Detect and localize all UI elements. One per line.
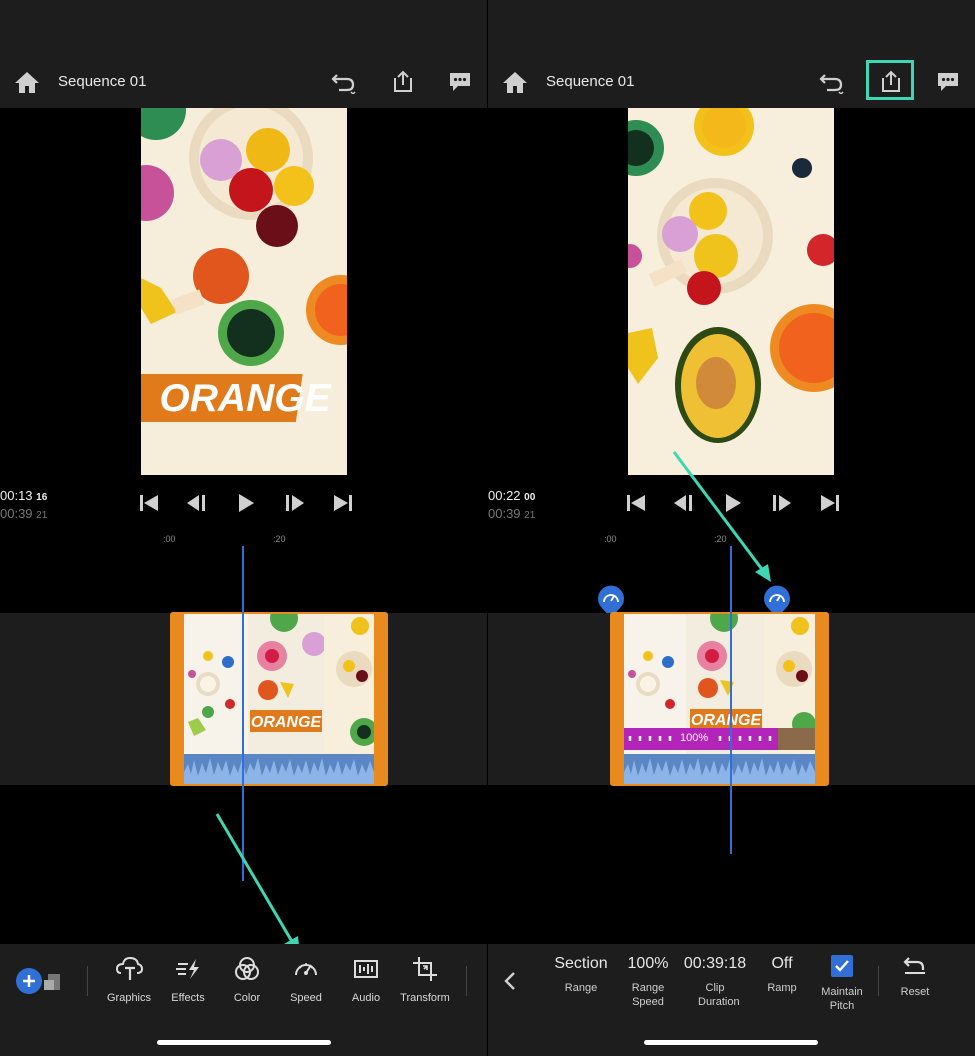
current-time: 00:22 — [488, 488, 521, 503]
total-frames: 21 — [36, 510, 48, 521]
effects-icon — [173, 954, 203, 984]
range-speed-label: Range Speed — [631, 982, 665, 1008]
toolbar-divider — [87, 966, 88, 996]
current-frames: 16 — [36, 492, 48, 503]
maintain-pitch-checkbox[interactable] — [831, 955, 853, 977]
preview-frame: ORANGE — [141, 108, 347, 475]
app-header: Sequence 01 — [488, 56, 975, 108]
toolbar-divider — [466, 966, 467, 996]
speed-percent-label: 100% — [680, 732, 709, 744]
home-indicator — [157, 1040, 331, 1045]
play-icon[interactable] — [233, 492, 259, 514]
audio-waveform — [624, 754, 815, 784]
range-label: Range — [564, 982, 598, 994]
audio-icon — [351, 954, 381, 984]
speed-range-remainder — [778, 728, 815, 750]
video-preview[interactable]: ORANGE — [0, 108, 487, 480]
tool-transform-label: Transform — [400, 992, 450, 1004]
skip-start-icon[interactable] — [624, 492, 650, 514]
audio-waveform — [184, 754, 374, 784]
clip-duration-label: Clip Duration — [698, 982, 740, 1008]
home-icon[interactable] — [13, 68, 41, 96]
reset-button[interactable]: Reset — [892, 955, 938, 999]
graphics-icon — [114, 954, 144, 984]
left-panel: Sequence 01 ORANGE 00:13 16 00:39 21:00… — [0, 0, 487, 1056]
prop-range[interactable]: Section Range — [546, 955, 616, 995]
prop-range-speed[interactable]: 100% Range Speed — [618, 955, 678, 1009]
ruler-mark: :20 — [273, 534, 286, 544]
transform-icon — [410, 954, 440, 984]
media-stack-icon[interactable] — [42, 972, 62, 992]
right-panel: Sequence 01 00:22 00 00:39 21:00:20 OR… — [488, 0, 975, 1056]
clip-thumbnails: ORANGE — [184, 614, 374, 756]
timecode-display: 00:13 16 00:39 21 — [0, 488, 47, 524]
status-bar — [488, 0, 975, 56]
prop-maintain-pitch[interactable]: Maintain Pitch — [814, 955, 870, 1013]
video-clip[interactable]: ORANGE — [170, 612, 388, 786]
video-preview[interactable] — [488, 108, 975, 480]
bottom-toolbar: Section Range 100% Range Speed 00:39:18 … — [488, 944, 975, 1056]
overlay-title: ORANGE — [159, 377, 331, 420]
comments-icon[interactable] — [934, 68, 962, 96]
step-back-icon[interactable] — [672, 492, 698, 514]
reset-icon — [903, 955, 927, 977]
skip-end-icon[interactable] — [329, 492, 355, 514]
status-bar — [0, 0, 487, 56]
ramp-label: Ramp — [767, 982, 797, 994]
ruler-start: :00 — [604, 534, 617, 544]
timecode-display: 00:22 00 00:39 21 — [488, 488, 535, 524]
current-time: 00:13 — [0, 488, 33, 503]
ruler-mark: :20 — [714, 534, 727, 544]
maintain-pitch-label: Maintain Pitch — [821, 986, 863, 1012]
share-icon[interactable] — [389, 68, 417, 96]
total-time: 00:39 — [0, 506, 33, 521]
share-icon[interactable] — [877, 68, 905, 96]
bottom-toolbar: Graphics Effects Color Speed Audio Trans… — [0, 944, 487, 1056]
comments-icon[interactable] — [446, 68, 474, 96]
home-icon[interactable] — [501, 68, 529, 96]
range-value: Section — [554, 955, 608, 972]
toolbar-divider — [878, 966, 879, 996]
video-clip[interactable]: ORANGE 100% — [610, 612, 829, 786]
playhead[interactable] — [730, 546, 732, 854]
speed-icon — [291, 954, 321, 984]
speed-range-bar[interactable]: 100% — [624, 728, 778, 750]
step-forward-icon[interactable] — [281, 492, 307, 514]
step-forward-icon[interactable] — [768, 492, 794, 514]
step-back-icon[interactable] — [185, 492, 211, 514]
reset-label: Reset — [900, 986, 930, 998]
play-icon[interactable] — [720, 492, 746, 514]
transport-controls — [137, 492, 355, 514]
preview-frame — [628, 108, 834, 475]
home-indicator — [644, 1040, 818, 1045]
preview-image — [628, 108, 834, 475]
clip-duration-value: 00:39:18 — [683, 955, 747, 972]
total-time: 00:39 — [488, 506, 521, 521]
playhead[interactable] — [242, 546, 244, 881]
total-frames: 21 — [524, 510, 536, 521]
prop-clip-duration[interactable]: 00:39:18 Clip Duration — [680, 955, 750, 1009]
back-chevron-icon[interactable] — [500, 970, 520, 992]
app-header: Sequence 01 — [0, 56, 487, 108]
color-icon — [232, 954, 262, 984]
skip-start-icon[interactable] — [137, 492, 163, 514]
sequence-title[interactable]: Sequence 01 — [58, 73, 146, 90]
clip-overlay-text: ORANGE — [691, 712, 763, 729]
add-media-button[interactable] — [16, 968, 42, 994]
ruler-start: :00 — [163, 534, 176, 544]
transport-controls — [624, 492, 842, 514]
current-frames: 00 — [524, 492, 536, 503]
clip-overlay-text: ORANGE — [251, 714, 323, 731]
ramp-value: Off — [771, 955, 793, 972]
undo-icon[interactable] — [818, 68, 846, 96]
undo-icon[interactable] — [330, 68, 358, 96]
skip-end-icon[interactable] — [816, 492, 842, 514]
range-speed-value: 100% — [627, 955, 669, 972]
sequence-title[interactable]: Sequence 01 — [546, 73, 634, 90]
tool-transform[interactable]: Transform — [390, 954, 460, 1004]
preview-image: ORANGE — [141, 108, 347, 475]
prop-ramp[interactable]: Off Ramp — [756, 955, 808, 995]
